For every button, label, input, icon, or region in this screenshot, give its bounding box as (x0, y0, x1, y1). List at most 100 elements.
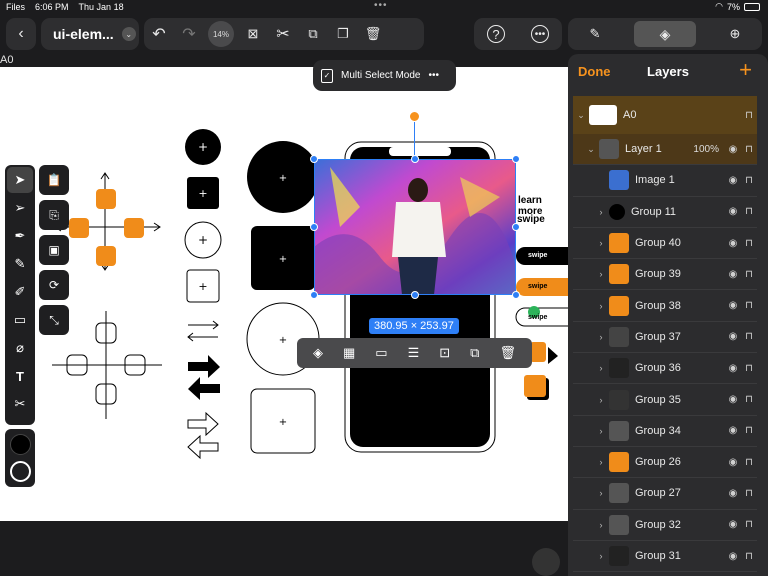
stroke-color-swatch[interactable] (10, 461, 31, 482)
lock-icon[interactable]: ⊓ (741, 206, 757, 217)
eye-icon[interactable]: ◉ (725, 269, 741, 280)
paste-button[interactable]: ❐ (328, 19, 358, 49)
help-icon[interactable]: ? (487, 25, 505, 43)
rectangle-tool-icon[interactable]: ▭ (7, 307, 33, 333)
align-icon[interactable]: ☰ (408, 345, 420, 361)
chevron-down-icon[interactable]: ⌄ (583, 144, 599, 155)
lock-icon[interactable]: ⊓ (741, 175, 757, 186)
trash-icon[interactable]: 🗑 (499, 345, 516, 361)
resize-handle-tm[interactable] (411, 155, 419, 163)
deselect-button[interactable]: ⊠ (238, 19, 268, 49)
rotation-handle[interactable] (409, 111, 420, 122)
copy-style-icon[interactable]: ⎘ (39, 200, 69, 230)
layer-item[interactable]: › Group 31 ◉ ⊓ (573, 541, 757, 573)
scissors-tool-icon[interactable]: ✂ (7, 391, 33, 417)
chevron-right-icon[interactable]: › (593, 520, 609, 530)
resize-handle-ml[interactable] (310, 223, 318, 231)
text-tool-icon[interactable]: T (7, 363, 33, 389)
chevron-right-icon[interactable]: › (593, 332, 609, 342)
more-options-icon[interactable]: ••• (428, 70, 439, 81)
rotate-icon[interactable]: ⟳ (39, 270, 69, 300)
multi-select-banner[interactable]: ✓ Multi Select Mode ••• (313, 60, 456, 91)
brush-settings-icon[interactable]: ✎ (580, 19, 610, 49)
layer-item[interactable]: › Group 32 ◉ ⊓ (573, 510, 757, 541)
eye-icon[interactable]: ◉ (725, 457, 741, 468)
mask-icon[interactable]: ⊡ (439, 345, 450, 361)
chevron-right-icon[interactable]: › (593, 207, 609, 217)
chevron-down-icon[interactable]: ⌄ (573, 110, 589, 121)
pencil-tool-icon[interactable]: ✎ (7, 251, 33, 277)
layer-item[interactable]: › Group 26 ◉ ⊓ (573, 447, 757, 479)
multitask-dots-icon[interactable]: ••• (374, 0, 388, 11)
layer-item[interactable]: › Group 36 ◉ ⊓ (573, 353, 757, 385)
more-icon[interactable]: ••• (531, 25, 549, 43)
layer-item[interactable]: › Group 35 ◉ ⊓ (573, 384, 757, 416)
layer-row[interactable]: ⌄ Layer 1 100% ◉ ⊓ (573, 134, 757, 166)
redo-button[interactable]: ↷ (174, 19, 204, 49)
layers-icon[interactable]: ◈ (313, 345, 323, 361)
assistive-touch-button[interactable] (532, 548, 560, 576)
artboard-row[interactable]: ⌄ A0 ⊓ (573, 96, 757, 134)
opacity-checker-icon[interactable]: ▦ (343, 345, 355, 361)
layer-item[interactable]: › Group 34 ◉ ⊓ (573, 416, 757, 447)
lock-icon[interactable]: ⊓ (741, 238, 757, 249)
chevron-right-icon[interactable]: › (593, 301, 609, 311)
chevron-right-icon[interactable]: › (593, 269, 609, 279)
lock-icon[interactable]: ⊓ (741, 457, 757, 468)
layer-item[interactable]: › Group 38 ◉ ⊓ (573, 290, 757, 322)
selection-bounds[interactable] (314, 159, 516, 295)
resize-handle-tr[interactable] (512, 155, 520, 163)
chevron-right-icon[interactable]: › (593, 457, 609, 467)
lock-icon[interactable]: ⊓ (741, 269, 757, 280)
eye-icon[interactable]: ◉ (725, 175, 741, 186)
lock-icon[interactable]: ⊓ (741, 519, 757, 530)
chevron-right-icon[interactable]: › (593, 426, 609, 436)
layers-tab-icon[interactable]: ◈ (634, 21, 696, 47)
layer-item[interactable]: › Group 39 ◉ ⊓ (573, 259, 757, 291)
add-layer-button[interactable]: + (739, 59, 752, 81)
scale-icon[interactable]: ⤡ (39, 305, 69, 335)
eye-icon[interactable]: ◉ (725, 488, 741, 499)
layer-item[interactable]: › Group 37 ◉ ⊓ (573, 322, 757, 354)
arrange-icon[interactable]: ▭ (375, 345, 387, 361)
chevron-right-icon[interactable]: › (593, 395, 609, 405)
chevron-right-icon[interactable]: › (593, 363, 609, 373)
paste-style-icon[interactable]: ▣ (39, 235, 69, 265)
brush-tool-icon[interactable]: ✐ (7, 279, 33, 305)
back-to-app[interactable]: Files (6, 2, 25, 12)
chevron-right-icon[interactable]: › (593, 238, 609, 248)
layer-item[interactable]: › Group 40 ◉ ⊓ (573, 228, 757, 260)
eye-icon[interactable]: ◉ (725, 300, 741, 311)
lock-icon[interactable]: ⊓ (741, 144, 757, 155)
canvas-pasteboard[interactable] (0, 521, 568, 576)
undo-button[interactable]: ↶ (144, 19, 174, 49)
layer-opacity[interactable]: 100% (693, 144, 719, 155)
eye-icon[interactable]: ◉ (725, 425, 741, 436)
done-button[interactable]: Done (578, 64, 611, 79)
resize-handle-mr[interactable] (512, 223, 520, 231)
eye-icon[interactable]: ◉ (725, 519, 741, 530)
duplicate-icon[interactable]: ⧉ (470, 345, 479, 361)
lock-icon[interactable]: ⊓ (741, 394, 757, 405)
chevron-right-icon[interactable]: › (593, 488, 609, 498)
direct-select-tool-icon[interactable]: ➢ (7, 195, 33, 221)
fill-color-swatch[interactable] (10, 434, 31, 455)
copy-button[interactable]: ⧉ (298, 19, 328, 49)
lock-icon[interactable]: ⊓ (741, 551, 757, 562)
lock-icon[interactable]: ⊓ (741, 110, 757, 121)
delete-button[interactable]: 🗑 (358, 19, 388, 49)
eye-icon[interactable]: ◉ (725, 206, 741, 217)
layer-item[interactable]: › Group 27 ◉ ⊓ (573, 478, 757, 510)
chevron-right-icon[interactable]: › (593, 551, 609, 561)
lock-icon[interactable]: ⊓ (741, 363, 757, 374)
layer-item[interactable]: Image 1 ◉ ⊓ (573, 165, 757, 197)
add-circle-icon[interactable]: ⊕ (720, 19, 750, 49)
eye-icon[interactable]: ◉ (725, 238, 741, 249)
layer-item[interactable]: › Group 11 ◉ ⊓ (573, 197, 757, 228)
pen-tool-icon[interactable]: ✒ (7, 223, 33, 249)
lock-icon[interactable]: ⊓ (741, 331, 757, 342)
back-button[interactable]: ‹ (6, 18, 36, 50)
clipboard-icon[interactable]: 📋 (39, 165, 69, 195)
eye-icon[interactable]: ◉ (725, 394, 741, 405)
document-menu[interactable]: ui-elem... ⌄ (41, 18, 139, 50)
